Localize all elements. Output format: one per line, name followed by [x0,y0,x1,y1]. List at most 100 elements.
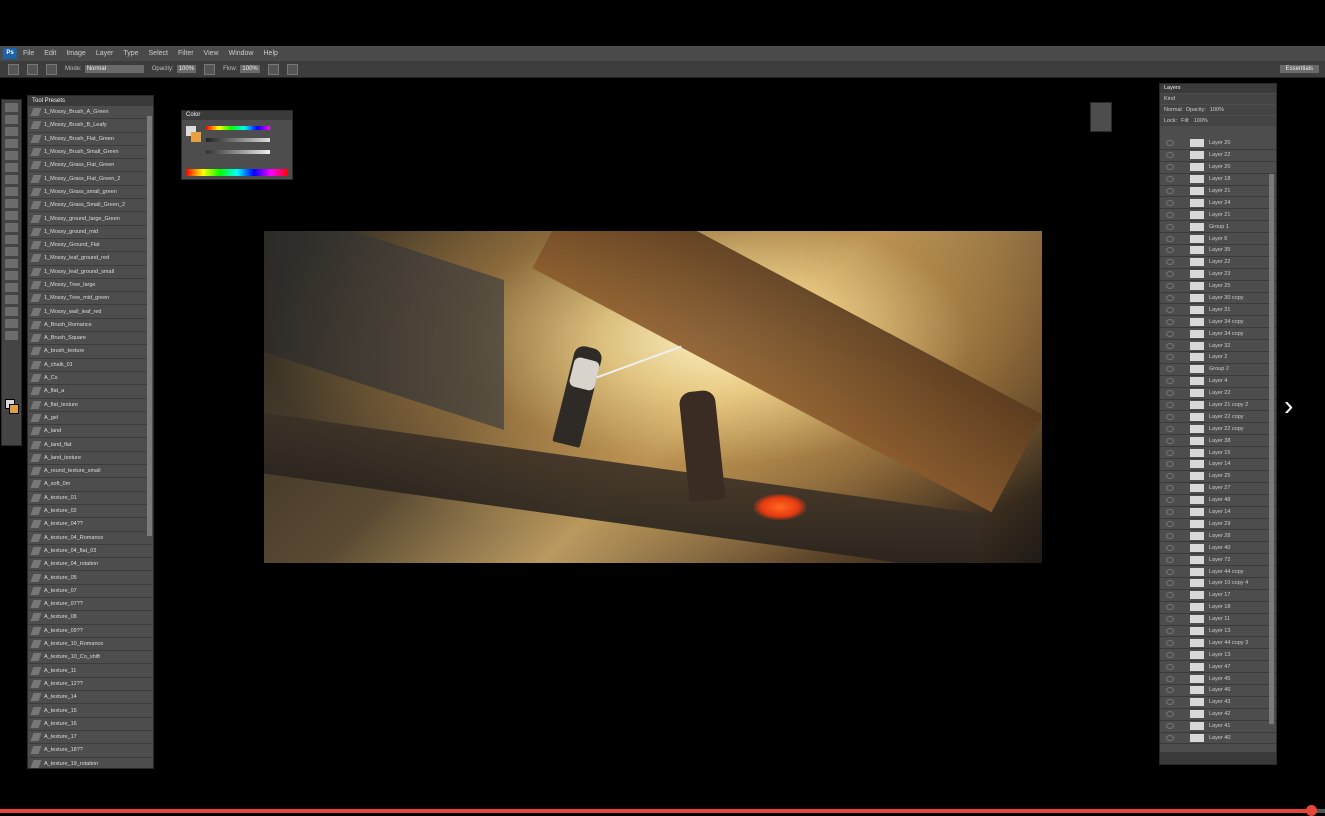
menu-type[interactable]: Type [123,50,138,57]
visibility-eye-icon[interactable] [1166,473,1174,480]
layer-row[interactable]: Layer 22 copy [1160,411,1276,424]
preset-item[interactable]: A_texture_17 [28,731,153,745]
layer-row[interactable]: Layer 13 [1160,626,1276,638]
preset-item[interactable]: A_flat_a [28,385,153,399]
visibility-eye-icon[interactable] [1166,627,1174,634]
video-scrubber-handle[interactable] [1305,805,1317,816]
preset-item[interactable]: A_land_flat [28,438,153,452]
menu-select[interactable]: Select [149,50,168,57]
visibility-eye-icon[interactable] [1166,544,1174,551]
preset-item[interactable]: 1_Mossy_Brush_Flat_Green [28,133,153,146]
preset-item[interactable]: A_brush_texture [28,345,153,359]
preset-item[interactable]: 1_Mossy_Brush_B_Leafy [28,119,153,133]
color-background-swatch[interactable] [191,132,201,142]
menu-filter[interactable]: Filter [178,50,194,57]
visibility-eye-icon[interactable] [1166,568,1174,575]
menu-view[interactable]: View [204,50,219,57]
visibility-eye-icon[interactable] [1166,402,1174,409]
preset-item[interactable]: 1_Mossy_ground_mid [28,226,153,239]
brush-tool-icon[interactable] [5,187,18,196]
layer-row[interactable]: Layer 23 [1160,269,1276,281]
preset-item[interactable]: A_texture_04_Romance [28,532,153,545]
visibility-eye-icon[interactable] [1166,283,1174,290]
preset-item[interactable]: A_gel [28,412,153,426]
visibility-eye-icon[interactable] [1166,413,1174,420]
visibility-eye-icon[interactable] [1166,176,1174,183]
preset-item[interactable]: 1_Mossy_ground_large_Green [28,212,153,226]
pen-tool-icon[interactable] [5,271,18,280]
visibility-eye-icon[interactable] [1166,330,1174,337]
layer-row[interactable]: Layer 21 copy 2 [1160,400,1276,412]
visibility-eye-icon[interactable] [1166,271,1174,278]
layer-row[interactable]: Layer 11 [1160,614,1276,626]
preset-item[interactable]: 1_Mossy_Grass_Small_Green_2 [28,199,153,213]
crop-tool-icon[interactable] [5,151,18,160]
visibility-eye-icon[interactable] [1166,651,1174,658]
visibility-eye-icon[interactable] [1166,449,1174,456]
move-tool-icon[interactable] [5,103,18,112]
preset-item[interactable]: A_texture_08 [28,611,153,625]
preset-item[interactable]: A_land [28,425,153,439]
layer-row[interactable]: Layer 17 [1160,590,1276,602]
visibility-eye-icon[interactable] [1166,461,1174,468]
layer-row[interactable]: Layer 34 copy [1160,328,1276,341]
preset-item[interactable]: A_texture_19_rotation [28,758,153,768]
airbrush-icon[interactable] [267,63,279,75]
visibility-eye-icon[interactable] [1166,425,1174,432]
preset-item[interactable]: 1_Mossy_Grass_Flat_Green [28,159,153,173]
gradient-tool-icon[interactable] [5,235,18,244]
layer-row[interactable]: Layer 18 [1160,174,1276,186]
layer-row[interactable]: Layer 21 [1160,209,1276,222]
visibility-eye-icon[interactable] [1166,342,1174,349]
preset-item[interactable]: A_texture_01 [28,492,153,505]
preset-item[interactable]: 1_Mossy_leaf_ground_red [28,252,153,266]
visibility-eye-icon[interactable] [1166,509,1174,516]
layer-row[interactable]: Group 2 [1160,364,1276,376]
visibility-eye-icon[interactable] [1166,520,1174,527]
preset-item[interactable]: 1_Mossy_Tree_mid_green [28,292,153,306]
layer-row[interactable]: Layer 28 [1160,530,1276,543]
layer-row[interactable]: Layer 30 copy [1160,293,1276,305]
layer-row[interactable]: Layer 25 [1160,281,1276,293]
opacity-field[interactable]: 100% [176,65,197,73]
menu-file[interactable]: File [23,50,34,57]
visibility-eye-icon[interactable] [1166,318,1174,325]
lasso-tool-icon[interactable] [5,127,18,136]
layer-row[interactable]: Layer 22 [1160,150,1276,162]
visibility-eye-icon[interactable] [1166,211,1174,218]
preset-item[interactable]: A_Brush_Romance [28,319,153,333]
mode-select[interactable]: Normal [84,65,144,73]
visibility-eye-icon[interactable] [1166,675,1174,682]
preset-item[interactable]: A_soft_0m [28,478,153,492]
visibility-eye-icon[interactable] [1166,378,1174,385]
healing-tool-icon[interactable] [5,175,18,184]
menu-help[interactable]: Help [264,50,278,57]
menu-window[interactable]: Window [229,50,254,57]
visibility-eye-icon[interactable] [1166,188,1174,194]
layer-row[interactable]: Layer 42 [1160,709,1276,721]
layer-row[interactable]: Layer 44 copy [1160,566,1276,578]
layer-row[interactable]: Layer 31 [1160,304,1276,317]
brush-tool-icon[interactable] [8,63,19,75]
preset-item[interactable]: A_flat_texture [28,399,153,412]
layer-row[interactable]: Layer 40 [1160,733,1276,745]
visibility-eye-icon[interactable] [1166,639,1174,646]
preset-item[interactable]: A_texture_07 [28,585,153,598]
chevron-right-icon[interactable]: › [1284,392,1306,420]
preset-item[interactable]: A_chalk_01 [28,359,153,372]
preset-item[interactable]: A_texture_04_rotation [28,558,153,572]
preset-item[interactable]: A_texture_16 [28,718,153,731]
layer-row[interactable]: Layer 22 copy [1160,423,1276,436]
layer-row[interactable]: Layer 10 copy 4 [1160,578,1276,590]
history-brush-tool-icon[interactable] [5,211,18,220]
visibility-eye-icon[interactable] [1166,604,1174,611]
visibility-eye-icon[interactable] [1166,485,1174,492]
visibility-eye-icon[interactable] [1166,390,1174,397]
layer-row[interactable]: Layer 27 [1160,483,1276,495]
layer-row[interactable]: Layer 41 [1160,721,1276,733]
visibility-eye-icon[interactable] [1166,223,1174,230]
layer-row[interactable]: Layer 20 [1160,138,1276,150]
visibility-eye-icon[interactable] [1166,306,1174,313]
eraser-tool-icon[interactable] [5,223,18,232]
layers-tab[interactable]: Layers [1160,84,1276,93]
